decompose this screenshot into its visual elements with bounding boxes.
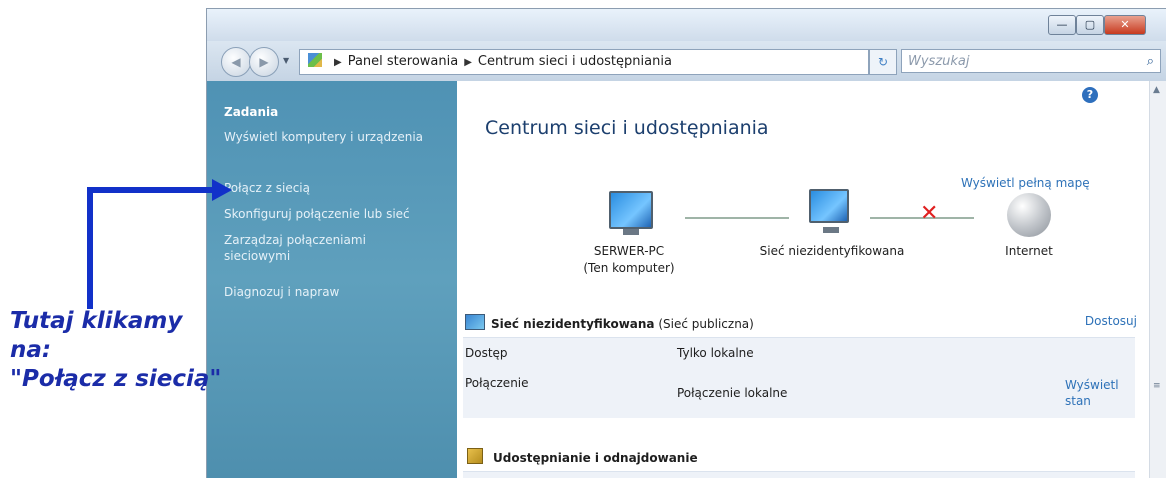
forward-arrow-icon: ▶: [259, 55, 269, 69]
breadcrumb-separator-icon: ▶: [464, 57, 472, 68]
sidebar-item-setup-connection[interactable]: Skonfiguruj połączenie lub sieć: [224, 206, 449, 222]
network-label[interactable]: Sieć niezidentyfikowana: [747, 243, 917, 260]
scroll-up-icon[interactable]: ▲: [1153, 85, 1160, 95]
sharing-icon: [467, 448, 483, 464]
address-toolbar: ◀ ▶ ▼ ▶ Panel sterowania ▶ Centrum sieci i …: [207, 41, 1166, 82]
computer-icon: [609, 191, 653, 235]
access-key: Dostęp: [465, 346, 508, 360]
maximize-button[interactable]: ▢: [1076, 15, 1104, 35]
scroll-grip-icon[interactable]: ≡: [1153, 381, 1161, 391]
annotation-arrow-stem: [87, 187, 93, 309]
breadcrumb-network-center[interactable]: Centrum sieci i udostępniania: [478, 54, 672, 69]
network-type: (Sieć publiczna): [658, 317, 754, 331]
close-button[interactable]: ✕: [1104, 15, 1146, 35]
network-details-box: [463, 337, 1135, 418]
vertical-scrollbar[interactable]: ▲ ≡: [1149, 81, 1166, 478]
sidebar-item-connect-to-network[interactable]: Połącz z siecią: [224, 180, 449, 196]
annotation-arrow-head-icon: [212, 179, 232, 201]
access-value: Tylko lokalne: [677, 346, 754, 360]
page-title: Centrum sieci i udostępniania: [485, 117, 769, 139]
computer-label[interactable]: SERWER-PC (Ten komputer): [569, 243, 689, 277]
search-input[interactable]: Wyszukaj ⌕: [901, 49, 1161, 73]
internet-globe-icon: [1007, 193, 1051, 237]
sidebar-item-manage-connections[interactable]: Zarządzaj połączeniami sieciowymi: [224, 232, 384, 264]
annotation-text: Tutaj klikamy na: "Połącz z siecią": [10, 307, 221, 394]
annotation-line-3: "Połącz z siecią": [10, 366, 222, 392]
maximize-icon: ▢: [1084, 18, 1096, 31]
minimize-button[interactable]: —: [1048, 15, 1076, 35]
back-button[interactable]: ◀: [221, 47, 251, 77]
connection-value: Połączenie lokalne: [677, 386, 788, 400]
view-status-link[interactable]: Wyświetl stan: [1065, 377, 1125, 409]
network-small-icon: [465, 314, 485, 330]
sidebar-item-diagnose[interactable]: Diagnozuj i napraw: [224, 284, 449, 300]
annotation-line-2: na:: [10, 337, 52, 363]
red-x-icon: ✕: [920, 201, 939, 226]
tasks-sidebar: Zadania Wyświetl komputery i urządzenia …: [207, 81, 457, 478]
connection-line: [685, 217, 789, 219]
close-icon: ✕: [1120, 18, 1130, 31]
minimize-icon: —: [1056, 18, 1068, 31]
help-icon[interactable]: ?: [1082, 87, 1098, 103]
network-icon: [809, 189, 849, 233]
search-placeholder: Wyszukaj: [908, 54, 970, 69]
customize-link[interactable]: Dostosuj: [1085, 314, 1137, 328]
address-bar[interactable]: ▶ Panel sterowania ▶ Centrum sieci i udostę…: [299, 49, 917, 75]
breadcrumb-control-panel[interactable]: Panel sterowania: [348, 54, 459, 69]
connection-key: Połączenie: [465, 376, 529, 390]
search-icon[interactable]: ⌕: [1147, 50, 1154, 74]
internet-label[interactable]: Internet: [989, 243, 1069, 260]
back-arrow-icon: ◀: [231, 55, 241, 69]
sharing-title: Udostępnianie i odnajdowanie: [493, 451, 698, 465]
control-panel-icon: [308, 53, 322, 67]
annotation-line-1: Tutaj klikamy: [10, 308, 183, 334]
refresh-icon: ↻: [877, 55, 889, 69]
title-bar: — ▢ ✕: [207, 9, 1166, 41]
network-center-window: — ▢ ✕ ◀ ▶ ▼ ▶ Panel sterowania ▶ Centrum si…: [206, 8, 1166, 478]
network-section-header: Sieć niezidentyfikowana (Sieć publiczna)…: [457, 314, 1149, 338]
view-full-map-link[interactable]: Wyświetl pełną mapę: [961, 176, 1090, 190]
computer-name: SERWER-PC: [593, 244, 665, 258]
main-content: ? Centrum sieci i udostępniania Wyświetl…: [457, 81, 1149, 478]
computer-sub: (Ten komputer): [583, 261, 675, 275]
recent-pages-dropdown-icon[interactable]: ▼: [283, 56, 289, 65]
sidebar-heading: Zadania: [224, 105, 279, 119]
network-name: Sieć niezidentyfikowana: [491, 317, 655, 331]
sidebar-item-view-computers[interactable]: Wyświetl komputery i urządzenia: [224, 129, 449, 145]
annotation-arrow-shaft: [87, 187, 212, 193]
breadcrumb-separator-icon: ▶: [334, 57, 342, 68]
refresh-button[interactable]: ↻: [869, 49, 897, 75]
sharing-section-header: Udostępnianie i odnajdowanie: [457, 448, 1149, 472]
forward-button[interactable]: ▶: [249, 47, 279, 77]
